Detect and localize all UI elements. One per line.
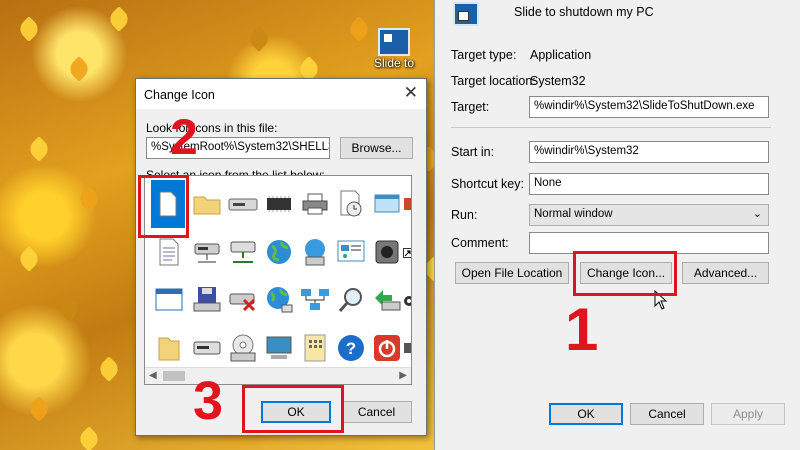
folder-icon[interactable] — [191, 188, 223, 220]
network-globe-icon[interactable] — [299, 236, 331, 268]
run-select-value: Normal window — [534, 208, 613, 220]
grid-document-icon[interactable] — [299, 332, 331, 364]
network-drive-icon[interactable] — [191, 236, 223, 268]
shortcut-arrow-icon[interactable] — [403, 246, 411, 260]
network-icon[interactable] — [299, 284, 331, 316]
desktop-shortcut[interactable]: Slide to — [372, 28, 416, 70]
clock-document-icon[interactable] — [335, 188, 367, 220]
cd-drive-icon[interactable] — [227, 332, 259, 364]
drive-icon[interactable] — [227, 188, 259, 220]
chevron-down-icon: ⌄ — [752, 208, 762, 220]
partial-icon-3[interactable] — [403, 340, 411, 356]
search-icon[interactable] — [335, 284, 367, 316]
comment-label: Comment: — [451, 236, 509, 250]
text-document-icon[interactable] — [153, 236, 185, 268]
shortcut-properties-window: Slide to shutdown my PC Target type: App… — [434, 0, 800, 450]
shortcut-key-field[interactable]: None — [529, 173, 769, 195]
partial-icon-2[interactable] — [403, 294, 411, 308]
target-label: Target: — [451, 100, 490, 114]
start-in-field[interactable]: %windir%\System32 — [529, 141, 769, 163]
media-icon[interactable] — [371, 236, 403, 268]
printer-icon[interactable] — [299, 188, 331, 220]
browse-button[interactable]: Browse... — [340, 137, 413, 159]
target-type-label: Target type: — [451, 48, 517, 62]
app-shortcut-icon — [453, 2, 479, 26]
control-panel-icon[interactable] — [335, 236, 367, 268]
close-icon[interactable]: ✕ — [404, 83, 418, 103]
network-share-icon[interactable] — [227, 236, 259, 268]
globe-icon[interactable] — [263, 236, 295, 268]
target-location-label: Target location: — [451, 74, 536, 88]
dialog-titlebar: Change Icon ✕ — [136, 79, 426, 109]
globe-network-icon[interactable] — [263, 284, 295, 316]
chip-icon[interactable] — [263, 188, 295, 220]
dialog-title: Change Icon — [144, 88, 215, 102]
target-field[interactable]: %windir%\System32\SlideToShutDown.exe — [529, 96, 769, 118]
apply-button[interactable]: Apply — [711, 403, 785, 425]
app-name: Slide to shutdown my PC — [514, 5, 654, 19]
shortcut-icon — [378, 28, 410, 56]
annotation-box-change-icon — [573, 251, 677, 296]
ok-button[interactable]: OK — [549, 403, 623, 425]
scroll-left-icon[interactable]: ◀ — [149, 370, 157, 381]
network-arrow-icon[interactable] — [371, 284, 403, 316]
floppy-drive-icon[interactable] — [191, 284, 223, 316]
help-icon[interactable]: ? — [335, 332, 367, 364]
disconnected-drive-icon[interactable] — [227, 284, 259, 316]
scroll-right-icon[interactable]: ▶ — [399, 370, 407, 381]
dialog-cancel-button[interactable]: Cancel — [341, 401, 412, 423]
run-label: Run: — [451, 208, 478, 222]
advanced-button[interactable]: Advanced... — [682, 262, 769, 284]
annotation-box-icon — [138, 175, 189, 238]
annotation-number-2: 2 — [170, 109, 198, 165]
svg-text:?: ? — [346, 339, 356, 358]
shortcut-key-label: Shortcut key: — [451, 177, 524, 191]
power-icon[interactable] — [371, 332, 403, 364]
open-file-location-button[interactable]: Open File Location — [455, 262, 569, 284]
look-for-label: Look for icons in this file: — [146, 121, 278, 135]
folder-icon-2[interactable] — [153, 332, 185, 364]
divider — [451, 127, 771, 128]
application-window-icon[interactable] — [153, 284, 185, 316]
computer-icon[interactable] — [263, 332, 295, 364]
annotation-box-ok — [242, 385, 344, 433]
horizontal-scrollbar[interactable]: ◀ ▶ — [145, 367, 411, 384]
target-location-value: System32 — [530, 74, 586, 88]
annotation-number-1: 1 — [565, 296, 599, 363]
target-type-value: Application — [530, 48, 592, 62]
run-select[interactable]: Normal window ⌄ — [529, 204, 769, 226]
disk-drive-icon[interactable] — [191, 332, 223, 364]
annotation-number-3: 3 — [193, 371, 224, 431]
window-icon[interactable] — [371, 188, 403, 220]
partial-icon[interactable] — [403, 188, 411, 220]
scrollbar-thumb[interactable] — [163, 371, 185, 381]
cancel-button[interactable]: Cancel — [630, 403, 704, 425]
desktop-shortcut-label: Slide to — [373, 56, 415, 70]
start-in-label: Start in: — [451, 145, 495, 159]
